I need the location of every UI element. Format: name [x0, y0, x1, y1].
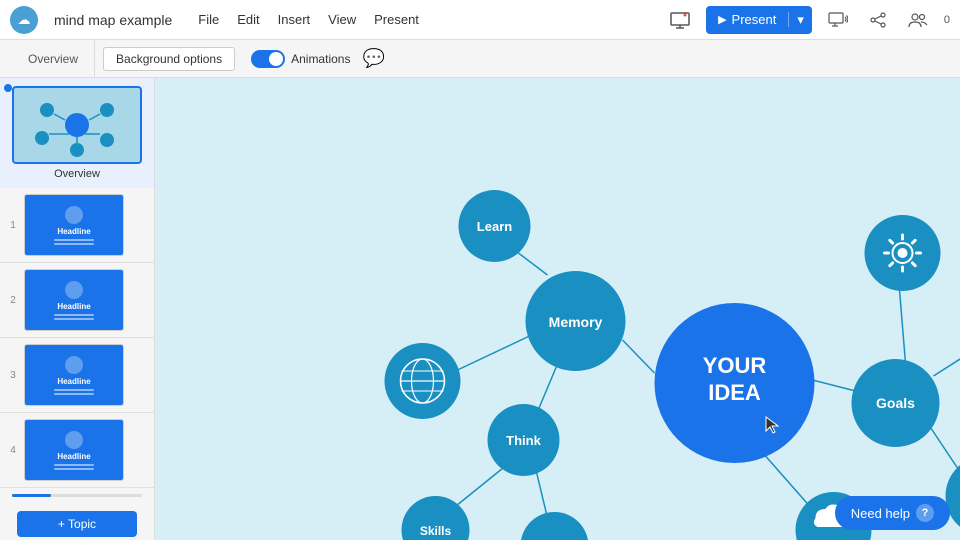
- menu-present[interactable]: Present: [374, 12, 419, 27]
- broadcast-icon[interactable]: [666, 6, 694, 34]
- slide-3[interactable]: 3 Headline: [0, 338, 154, 413]
- topbar: ☁ mind map example File Edit Insert View…: [0, 0, 960, 40]
- mindmap-svg: YOUR IDEA Memory Learn Think Skills Shar…: [155, 78, 960, 540]
- slide-number-2: 2: [8, 295, 18, 306]
- animations-label: Animations: [291, 52, 350, 66]
- slide-1[interactable]: 1 Headline: [0, 188, 154, 263]
- slide-4[interactable]: 4 Headline: [0, 413, 154, 488]
- share-icon[interactable]: [864, 6, 892, 34]
- slide-number-3: 3: [8, 370, 18, 381]
- app-title: mind map example: [54, 12, 172, 28]
- canvas[interactable]: YOUR IDEA Memory Learn Think Skills Shar…: [155, 78, 960, 540]
- present-main[interactable]: ▶ Present: [706, 12, 789, 27]
- background-options-button[interactable]: Background options: [103, 47, 235, 71]
- menu-edit[interactable]: Edit: [237, 12, 259, 27]
- overview-label: Overview: [8, 168, 146, 180]
- help-icon: ?: [916, 504, 934, 522]
- menu-view[interactable]: View: [328, 12, 356, 27]
- toolbar: Overview Background options Animations 💬: [0, 40, 960, 78]
- present-dropdown[interactable]: ▾: [789, 12, 812, 28]
- chat-icon[interactable]: 💬: [362, 48, 384, 69]
- slide-overview[interactable]: Overview: [0, 78, 154, 188]
- topbar-right: ▶ Present ▾: [666, 6, 950, 34]
- svg-text:Learn: Learn: [477, 219, 512, 234]
- app-icon: ☁: [10, 6, 38, 34]
- slide-number-4: 4: [8, 445, 18, 456]
- menu-bar: File Edit Insert View Present: [198, 12, 419, 27]
- slide-number-1: 1: [8, 220, 18, 231]
- need-help-button[interactable]: Need help ?: [835, 496, 950, 530]
- slide-3-label: Headline: [57, 377, 90, 386]
- slide-thumb-2: Headline: [24, 269, 124, 331]
- add-topic-button[interactable]: + Topic: [17, 511, 137, 537]
- svg-text:YOUR: YOUR: [703, 353, 767, 378]
- menu-file[interactable]: File: [198, 12, 219, 27]
- slide-2-label: Headline: [57, 302, 90, 311]
- svg-text:IDEA: IDEA: [708, 380, 761, 405]
- main-content: Overview 1 Headline 2 Headline: [0, 78, 960, 540]
- svg-text:Goals: Goals: [876, 395, 915, 411]
- present-label: Present: [732, 12, 777, 27]
- sidebar-progress: [0, 488, 154, 503]
- svg-text:Skills: Skills: [420, 524, 452, 538]
- slide-thumb-4: Headline: [24, 419, 124, 481]
- slide-thumb-1: Headline: [24, 194, 124, 256]
- users-count: 0: [944, 14, 950, 26]
- slide-1-label: Headline: [57, 227, 90, 236]
- overview-tab[interactable]: Overview: [12, 40, 95, 77]
- present-button[interactable]: ▶ Present ▾: [706, 6, 812, 34]
- svg-text:Think: Think: [506, 433, 541, 448]
- monitor-icon[interactable]: [824, 6, 852, 34]
- animations-toggle-container: Animations: [251, 50, 350, 68]
- svg-text:Memory: Memory: [549, 314, 603, 330]
- animations-toggle[interactable]: [251, 50, 285, 68]
- sidebar: Overview 1 Headline 2 Headline: [0, 78, 155, 540]
- slide-2[interactable]: 2 Headline: [0, 263, 154, 338]
- slide-4-label: Headline: [57, 452, 90, 461]
- overview-thumbnail: [12, 86, 142, 164]
- menu-insert[interactable]: Insert: [278, 12, 311, 27]
- slide-thumb-3: Headline: [24, 344, 124, 406]
- toggle-knob: [269, 52, 283, 66]
- users-icon[interactable]: [904, 6, 932, 34]
